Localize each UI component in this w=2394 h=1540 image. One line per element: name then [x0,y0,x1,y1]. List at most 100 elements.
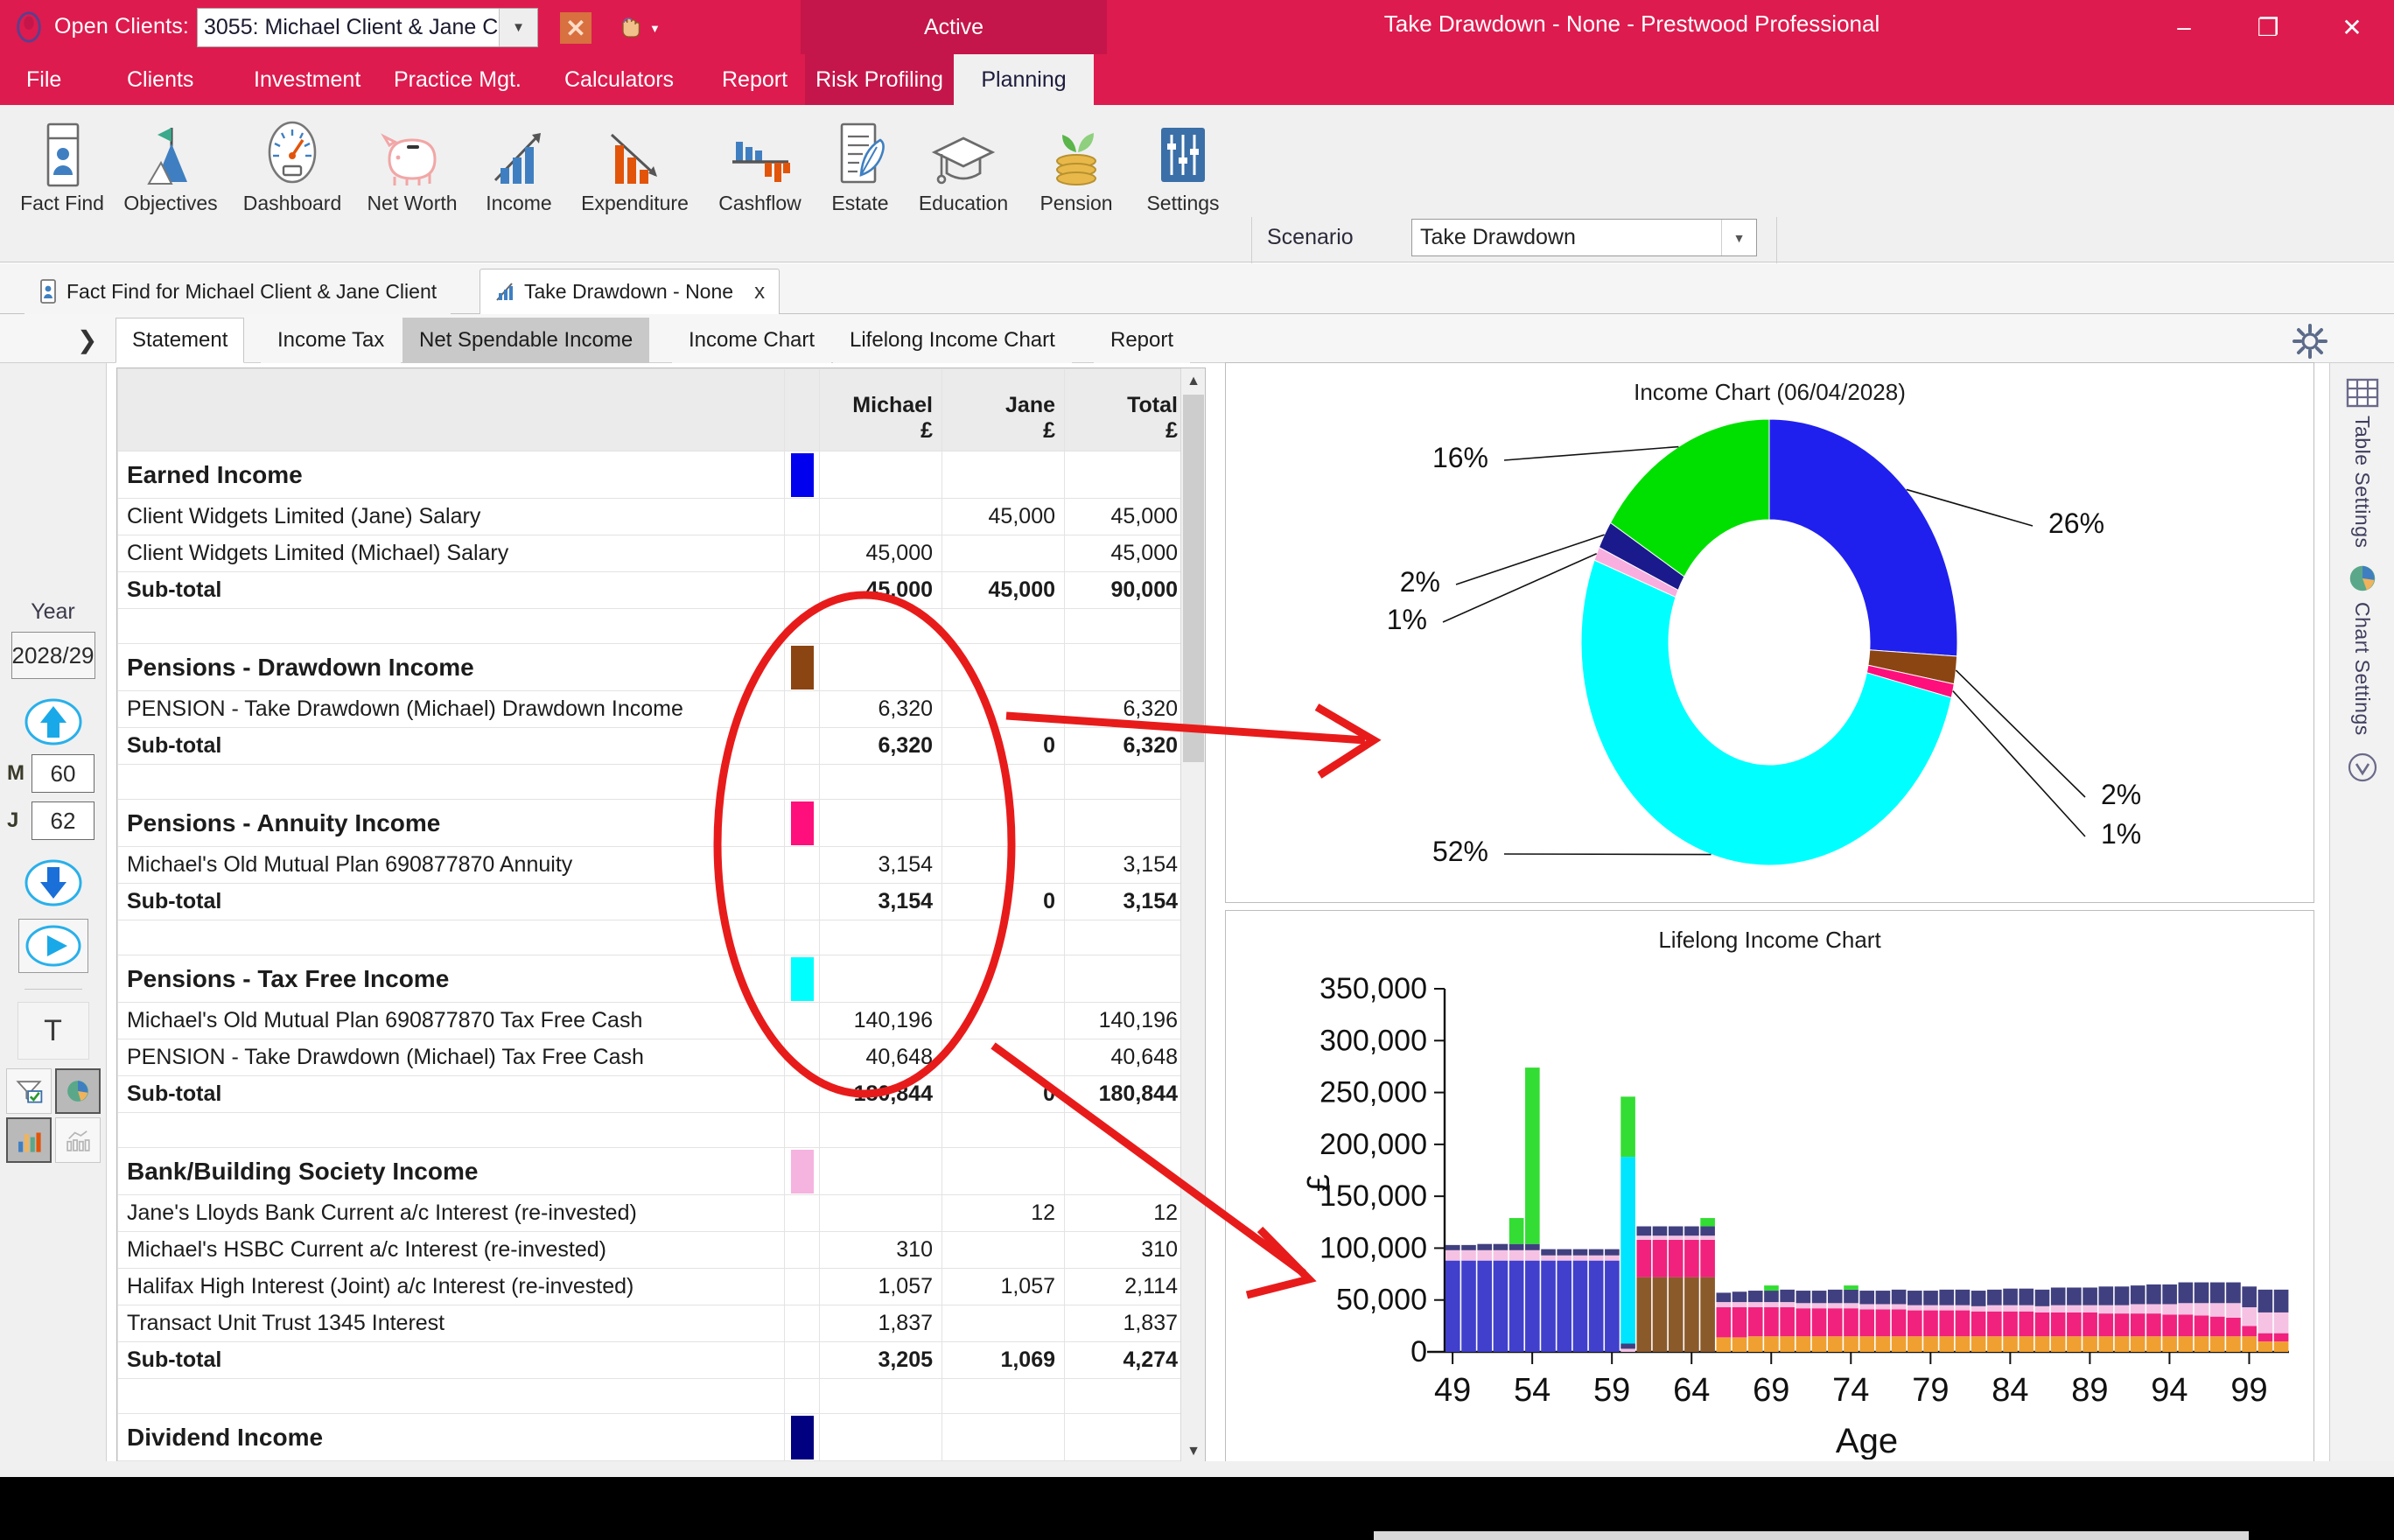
bar-segment[interactable] [1923,1291,1938,1306]
bar-segment[interactable] [2130,1304,2146,1314]
bar-segment[interactable] [1652,1277,1668,1352]
bar-segment[interactable] [1716,1337,1732,1352]
bar-segment[interactable] [2258,1289,2273,1312]
bar-segment[interactable] [2194,1336,2209,1352]
menu-item-practice-mgt[interactable]: Practice Mgt. [376,54,539,105]
bar-segment[interactable] [1668,1277,1684,1352]
bar-segment[interactable] [1541,1249,1556,1256]
bar-segment[interactable] [1780,1307,1795,1337]
bar-segment[interactable] [1541,1260,1556,1352]
bar-chart-icon[interactable] [5,1117,52,1163]
bar-segment[interactable] [1987,1336,2002,1352]
bar-segment[interactable] [1700,1226,1715,1236]
bar-segment[interactable] [1508,1250,1524,1261]
bar-segment[interactable] [1525,1068,1540,1244]
bar-segment[interactable] [1716,1292,1732,1303]
hand-pointer-icon[interactable] [614,12,644,42]
income-donut-chart[interactable]: 26% 2% 1% 52% 1% 2% 16% [1226,406,2314,896]
bar-segment[interactable] [1875,1304,1891,1310]
tab-lifelong-income-chart[interactable]: Lifelong Income Chart [833,318,1072,363]
bar-segment[interactable] [1891,1336,1907,1352]
bar-segment[interactable] [2258,1341,2273,1352]
bar-segment[interactable] [2209,1336,2225,1352]
bar-segment[interactable] [2098,1305,2114,1314]
client-selector[interactable]: 3055: Michael Client & Jane C... ▼ [197,8,538,47]
age-value-m[interactable]: 60 [32,754,94,793]
menu-item-investment[interactable]: Investment [236,54,378,105]
bar-segment[interactable] [1891,1304,1907,1310]
bar-segment[interactable] [1827,1336,1843,1352]
bar-segment[interactable] [1987,1289,2002,1306]
bar-segment[interactable] [1477,1250,1493,1261]
bar-segment[interactable] [2050,1287,2066,1306]
scenario-select[interactable]: Take Drawdown ▼ [1411,219,1757,256]
bar-segment[interactable] [1605,1249,1620,1256]
bar-segment[interactable] [2082,1312,2097,1337]
bar-segment[interactable] [1891,1289,1907,1305]
bar-segment[interactable] [1588,1249,1604,1256]
bar-segment[interactable] [1764,1285,1779,1292]
maximize-button[interactable]: ❐ [2226,0,2310,54]
bar-segment[interactable] [1859,1309,1875,1337]
bar-segment[interactable] [1970,1291,1986,1306]
bar-segment[interactable] [1859,1304,1875,1310]
bar-segment[interactable] [1747,1302,1763,1308]
bar-segment[interactable] [1764,1291,1779,1303]
chevron-down-icon[interactable]: ▼ [499,9,537,46]
age-value-j[interactable]: 62 [32,802,94,840]
bar-segment[interactable] [1620,1348,1635,1352]
ribbon-button-pension[interactable]: Pension [1024,116,1129,215]
table-row[interactable]: Michael's Old Mutual Plan 690877870 Annu… [117,846,1187,884]
donut-slice[interactable] [1768,418,1958,657]
bar-segment[interactable] [2082,1287,2097,1306]
bar-segment[interactable] [2130,1336,2146,1352]
bar-segment[interactable] [1668,1239,1684,1278]
bar-segment[interactable] [2146,1304,2161,1314]
bar-segment[interactable] [1588,1255,1604,1261]
bar-segment[interactable] [1780,1302,1795,1308]
bar-segment[interactable] [1844,1285,1858,1290]
bar-segment[interactable] [1827,1289,1843,1304]
bar-segment[interactable] [1716,1302,1732,1308]
tab-income-chart[interactable]: Income Chart [672,318,832,363]
bar-segment[interactable] [1796,1336,1811,1352]
bar-segment[interactable] [1620,1096,1635,1158]
scrollbar-thumb[interactable] [1183,395,1204,762]
bar-segment[interactable] [1764,1307,1779,1337]
table-row[interactable]: Transact Unit Trust 1345 Interest 1,837 1,… [117,1305,1187,1342]
bar-segment[interactable] [2226,1303,2241,1318]
bar-segment[interactable] [1557,1260,1572,1352]
bar-segment[interactable] [1747,1307,1763,1337]
bar-segment[interactable] [1572,1249,1588,1256]
bar-segment[interactable] [2067,1312,2082,1337]
ribbon-button-cashflow[interactable]: Cashflow [705,116,815,215]
bar-segment[interactable] [1939,1289,1955,1306]
bar-segment[interactable] [1605,1260,1620,1352]
ribbon-button-education[interactable]: Education [906,116,1020,215]
bar-segment[interactable] [2209,1316,2225,1337]
bar-segment[interactable] [1557,1249,1572,1256]
bar-segment[interactable] [2273,1341,2289,1352]
bar-segment[interactable] [1508,1243,1524,1250]
bar-segment[interactable] [1572,1260,1588,1352]
menu-item-report[interactable]: Report [704,54,805,105]
bar-segment[interactable] [1987,1305,2002,1312]
bar-segment[interactable] [1700,1218,1715,1227]
text-tool-button[interactable]: T [17,1002,89,1060]
bar-segment[interactable] [1557,1255,1572,1261]
bar-segment[interactable] [2146,1284,2161,1305]
bar-segment[interactable] [1844,1303,1858,1309]
close-client-button[interactable]: ✕ [560,12,592,44]
bar-segment[interactable] [1636,1239,1652,1278]
bar-segment[interactable] [2003,1311,2018,1337]
bar-segment[interactable] [1493,1260,1508,1352]
bar-segment[interactable] [1908,1336,1922,1352]
bar-segment[interactable] [1811,1308,1827,1337]
bar-segment[interactable] [1859,1336,1875,1352]
bar-segment[interactable] [2114,1336,2130,1352]
bar-segment[interactable] [1684,1277,1699,1352]
bar-segment[interactable] [2067,1305,2082,1312]
bar-segment[interactable] [2098,1286,2114,1306]
bar-segment[interactable] [2019,1336,2034,1352]
bar-segment[interactable] [1668,1236,1684,1240]
